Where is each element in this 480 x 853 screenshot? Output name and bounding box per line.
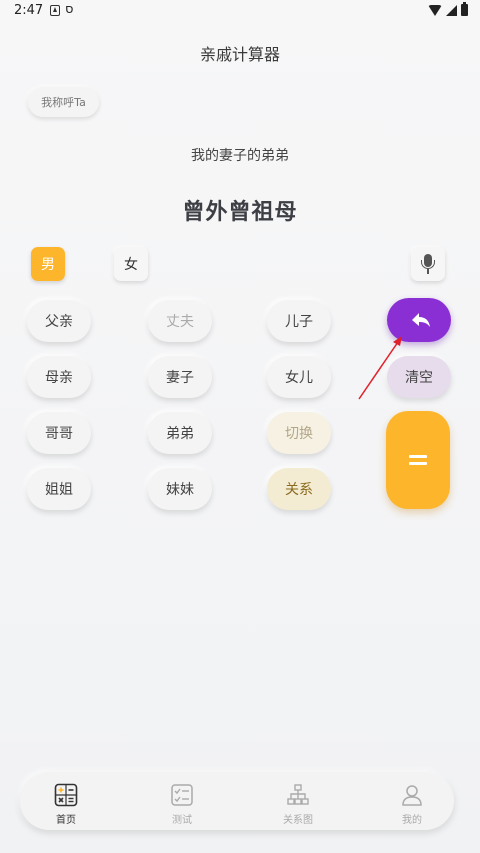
status-time: 2:47 [14, 3, 44, 18]
tab-relation-chart-label: 关系图 [283, 815, 313, 826]
tab-test-label: 测试 [172, 815, 192, 826]
result-text: 曾外曾祖母 [182, 200, 298, 225]
checklist-icon [171, 784, 193, 806]
gender-male-button[interactable]: 男 [31, 247, 65, 281]
key-son[interactable]: 儿子 [267, 300, 331, 342]
key-switch[interactable]: 切换 [267, 412, 331, 454]
key-elder-sister[interactable]: 姐姐 [27, 468, 91, 510]
key-wife[interactable]: 妻子 [148, 356, 212, 398]
voice-input-button[interactable] [411, 247, 445, 281]
annotation-arrow [358, 336, 402, 400]
key-mother[interactable]: 母亲 [27, 356, 91, 398]
key-daughter[interactable]: 女儿 [267, 356, 331, 398]
call-mode-button[interactable]: 我称呼Ta [28, 87, 99, 117]
status-bar: 2:47 ס [0, 0, 480, 24]
tab-home[interactable]: 首页 [26, 772, 106, 830]
tab-home-label: 首页 [56, 815, 76, 826]
key-younger-brother[interactable]: 弟弟 [148, 412, 212, 454]
status-indicators [428, 2, 468, 16]
calculator-icon [54, 783, 78, 807]
tab-profile[interactable]: 我的 [372, 772, 452, 830]
relation-expression: 我的妻子的弟弟 [191, 148, 289, 164]
key-husband[interactable]: 丈夫 [148, 300, 212, 342]
tab-relation-chart[interactable]: 关系图 [258, 772, 338, 830]
notification-a-icon [50, 5, 60, 16]
tree-icon [287, 784, 309, 805]
gender-female-button[interactable]: 女 [114, 247, 148, 281]
key-father[interactable]: 父亲 [27, 300, 91, 342]
equals-icon [409, 455, 427, 458]
tab-profile-label: 我的 [402, 815, 422, 826]
tab-test[interactable]: 测试 [142, 772, 222, 830]
user-icon [402, 785, 422, 806]
bottom-tab-bar: 首页 测试 关系图 我的 [20, 772, 454, 830]
signal-icon [446, 4, 457, 16]
equals-button[interactable] [386, 411, 450, 509]
key-elder-brother[interactable]: 哥哥 [27, 412, 91, 454]
key-relation[interactable]: 关系 [267, 468, 331, 510]
key-younger-sister[interactable]: 妹妹 [148, 468, 212, 510]
battery-icon [461, 2, 468, 16]
wifi-icon [428, 4, 442, 16]
page-title: 亲戚计算器 [199, 45, 280, 64]
notification-b-icon: ס [65, 2, 74, 17]
